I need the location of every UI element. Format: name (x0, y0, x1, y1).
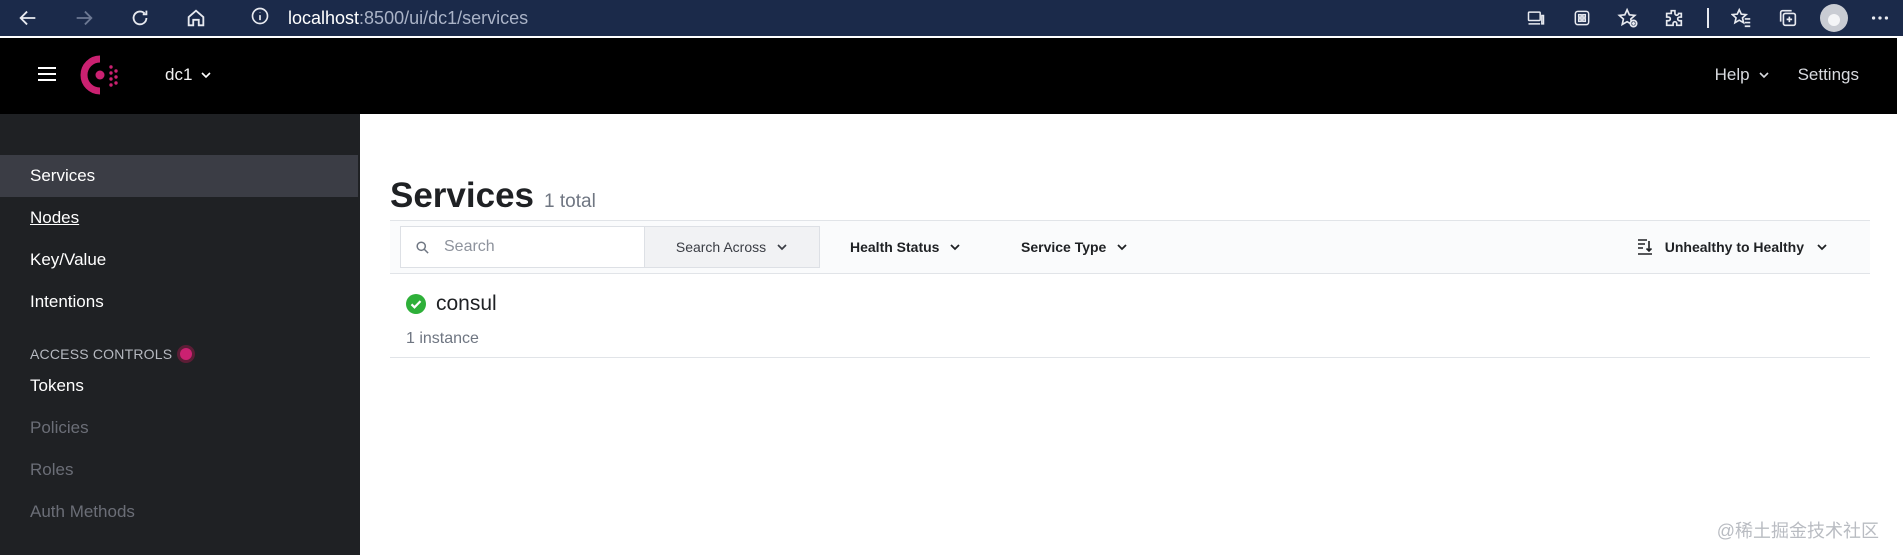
home-icon[interactable] (168, 0, 224, 36)
sort-dropdown[interactable]: Unhealthy to Healthy (1637, 226, 1828, 268)
settings-link[interactable]: Settings (1798, 65, 1859, 85)
filter-bar: Search Across Health Status Service Type… (390, 220, 1870, 274)
chevron-down-icon (1758, 72, 1769, 79)
collections-icon[interactable] (1765, 0, 1811, 36)
chevron-down-icon (777, 244, 787, 251)
main-content: Services 1 total Search Across Health St… (360, 114, 1897, 555)
sidebar-item-auth-methods: Auth Methods (0, 491, 358, 533)
sidebar-item-label: Auth Methods (30, 502, 135, 521)
service-count: 1 total (544, 191, 596, 212)
instance-count: 1 instance (406, 330, 479, 347)
add-favorite-icon[interactable] (1605, 0, 1651, 36)
apps-icon[interactable] (1559, 0, 1605, 36)
app-header: dc1 Help Settings (0, 38, 1903, 114)
search-across-label: Search Across (675, 239, 767, 255)
browser-actions (1513, 0, 1903, 36)
sidebar-item-tokens[interactable]: Tokens (0, 365, 358, 407)
profile-avatar[interactable] (1811, 0, 1857, 36)
address-bar[interactable]: localhost:8500/ui/dc1/services (236, 0, 1456, 36)
chevron-down-icon (1117, 244, 1127, 251)
help-dropdown[interactable]: Help (1715, 65, 1770, 85)
menu-icon[interactable] (38, 67, 56, 85)
sidebar-item-label: Tokens (30, 376, 84, 395)
sidebar: Services Nodes Key/Value Intentions ACCE… (0, 114, 360, 555)
sort-label: Unhealthy to Healthy (1664, 239, 1804, 255)
favorites-icon[interactable] (1719, 0, 1765, 36)
sidebar-item-intentions[interactable]: Intentions (0, 281, 358, 323)
acl-disabled-dot-icon (180, 348, 193, 360)
chevron-down-icon (950, 244, 961, 251)
health-status-label: Health Status (850, 239, 940, 255)
datacenter-label: dc1 (165, 65, 193, 84)
sidebar-item-services[interactable]: Services (0, 155, 358, 197)
help-label: Help (1714, 65, 1750, 84)
sidebar-item-label: Nodes (30, 208, 80, 227)
device-icon[interactable] (1513, 0, 1559, 36)
service-type-label: Service Type (1021, 239, 1107, 255)
sort-icon (1637, 239, 1652, 255)
browser-toolbar: localhost:8500/ui/dc1/services (0, 0, 1903, 36)
forward-icon[interactable] (56, 0, 112, 36)
url-host: localhost (288, 7, 360, 28)
sidebar-item-nodes[interactable]: Nodes (0, 197, 358, 239)
watermark: @稀土掘金技术社区 (1716, 521, 1879, 541)
chevron-down-icon (201, 72, 211, 79)
sidebar-item-label: Roles (30, 460, 74, 479)
sidebar-item-key-value[interactable]: Key/Value (0, 239, 358, 281)
search-across-dropdown[interactable]: Search Across (645, 226, 820, 268)
info-icon[interactable] (250, 6, 270, 31)
check-circle-icon (406, 294, 426, 314)
service-link[interactable]: consul (406, 292, 497, 316)
extensions-icon[interactable] (1651, 0, 1697, 36)
refresh-icon[interactable] (112, 0, 168, 36)
sidebar-item-label: Services (30, 166, 96, 185)
health-status-filter[interactable]: Health Status (850, 226, 961, 268)
search-box (400, 226, 645, 268)
search-icon (416, 240, 429, 254)
more-icon[interactable] (1857, 0, 1903, 36)
scrollbar-gutter (1897, 38, 1903, 114)
sidebar-item-roles: Roles (0, 449, 358, 491)
datacenter-dropdown[interactable]: dc1 (165, 65, 212, 85)
page-header: Services 1 total (390, 176, 596, 216)
page-title: Services (390, 176, 535, 215)
search-input[interactable] (442, 237, 626, 257)
url-path: :8500/ui/dc1/services (359, 7, 529, 28)
sidebar-item-policies: Policies (0, 407, 358, 449)
sidebar-item-label: Policies (30, 418, 89, 437)
access-controls-heading: ACCESS CONTROLS (30, 346, 193, 362)
back-icon[interactable] (0, 0, 56, 36)
service-name: consul (436, 292, 497, 315)
consul-logo (80, 55, 120, 95)
list-item[interactable]: consul 1 instance (390, 274, 1870, 358)
sidebar-item-label: Key/Value (30, 250, 107, 269)
sidebar-item-label: Intentions (30, 292, 104, 311)
access-controls-label: ACCESS CONTROLS (30, 346, 173, 362)
service-type-filter[interactable]: Service Type (1021, 226, 1128, 268)
chevron-down-icon (1817, 244, 1827, 251)
toolbar-divider (1707, 8, 1709, 28)
